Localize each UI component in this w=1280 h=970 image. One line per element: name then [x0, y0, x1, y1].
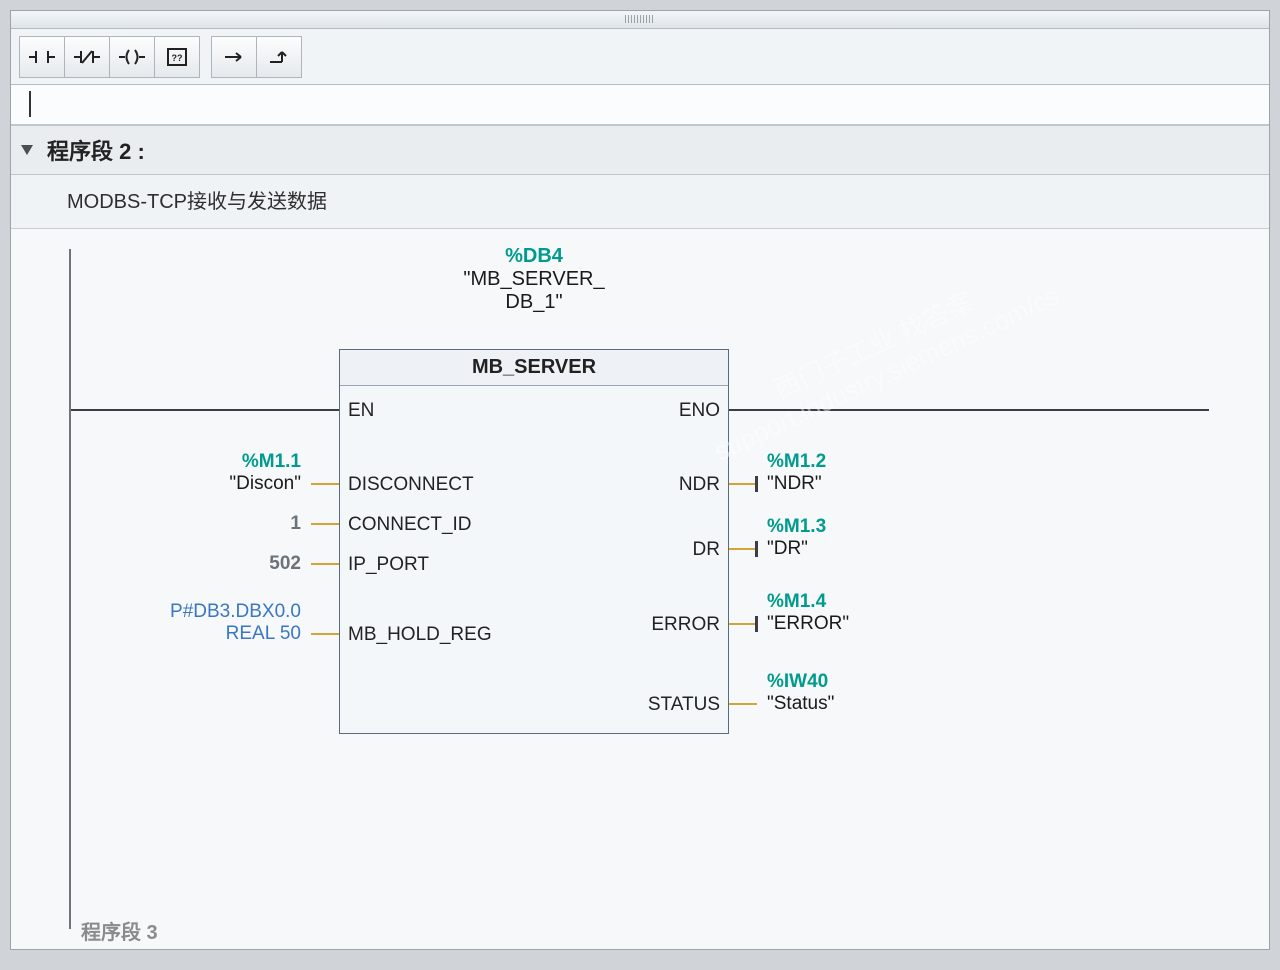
db-address: %DB4: [339, 245, 729, 268]
negation-ndr-icon: [755, 476, 758, 492]
stub-hold-reg: [311, 633, 339, 635]
stub-disconnect: [311, 483, 339, 485]
stub-ndr: [729, 483, 757, 485]
expression-bar[interactable]: [11, 85, 1269, 125]
operand-disconnect[interactable]: %M1.1 "Discon": [161, 451, 301, 495]
power-rail: [69, 249, 71, 929]
network-header[interactable]: 程序段 2 :: [11, 125, 1269, 175]
stub-dr: [729, 548, 757, 550]
instance-db-label: %DB4 "MB_SERVER_ DB_1": [339, 245, 729, 314]
grip-icon: [625, 15, 655, 23]
pin-eno: ENO: [679, 396, 720, 426]
wire-eno: [729, 409, 1209, 411]
watermark: 西门子工业 找答案 support.industry.siemens.com/c…: [697, 252, 1065, 468]
pin-mb-hold-reg: MB_HOLD_REG: [348, 620, 492, 650]
pin-status: STATUS: [648, 690, 720, 720]
pin-en: EN: [348, 396, 374, 426]
empty-box-button[interactable]: ??: [154, 36, 200, 78]
stub-status: [729, 703, 757, 705]
normally-open-contact-button[interactable]: [19, 36, 65, 78]
operand-connect-id[interactable]: 1: [241, 513, 301, 535]
stub-ip-port: [311, 563, 339, 565]
editor-window: ?? 程序段 2 : MODBS-TCP接收与发送数据 %DB4 "MB_SER…: [10, 10, 1270, 950]
pin-error: ERROR: [651, 610, 720, 640]
negation-dr-icon: [755, 541, 758, 557]
block-name: MB_SERVER: [340, 350, 728, 386]
ladder-canvas[interactable]: %DB4 "MB_SERVER_ DB_1" MB_SERVER EN DISC…: [11, 229, 1269, 949]
operand-hold-reg[interactable]: P#DB3.DBX0.0 REAL 50: [141, 601, 301, 645]
operand-ndr[interactable]: %M1.2 "NDR": [767, 451, 927, 495]
text-caret-icon: [29, 91, 31, 117]
mb-server-block[interactable]: MB_SERVER EN DISCONNECT CONNECT_ID IP_PO…: [339, 349, 729, 734]
next-network-label: 程序段 3: [81, 916, 158, 945]
pin-disconnect: DISCONNECT: [348, 470, 474, 500]
window-titlebar: [11, 11, 1269, 29]
coil-button[interactable]: [109, 36, 155, 78]
close-branch-button[interactable]: [256, 36, 302, 78]
network-comment[interactable]: MODBS-TCP接收与发送数据: [11, 175, 1269, 229]
open-branch-button[interactable]: [211, 36, 257, 78]
operand-dr[interactable]: %M1.3 "DR": [767, 516, 927, 560]
operand-status[interactable]: %IW40 "Status": [767, 671, 927, 715]
pin-connect-id: CONNECT_ID: [348, 510, 472, 540]
operand-ip-port[interactable]: 502: [221, 553, 301, 575]
pin-ip-port: IP_PORT: [348, 550, 429, 580]
lad-toolbar: ??: [11, 29, 1269, 85]
pin-ndr: NDR: [679, 470, 720, 500]
pin-dr: DR: [693, 535, 720, 565]
db-symbol-line1: "MB_SERVER_: [339, 268, 729, 291]
network-title: 程序段 2 :: [47, 134, 145, 166]
svg-text:??: ??: [172, 53, 183, 63]
stub-error: [729, 623, 757, 625]
collapse-triangle-icon[interactable]: [21, 145, 33, 155]
operand-error[interactable]: %M1.4 "ERROR": [767, 591, 927, 635]
stub-connect-id: [311, 523, 339, 525]
negation-error-icon: [755, 616, 758, 632]
db-symbol-line2: DB_1": [339, 291, 729, 314]
wire-en: [71, 409, 339, 411]
normally-closed-contact-button[interactable]: [64, 36, 110, 78]
